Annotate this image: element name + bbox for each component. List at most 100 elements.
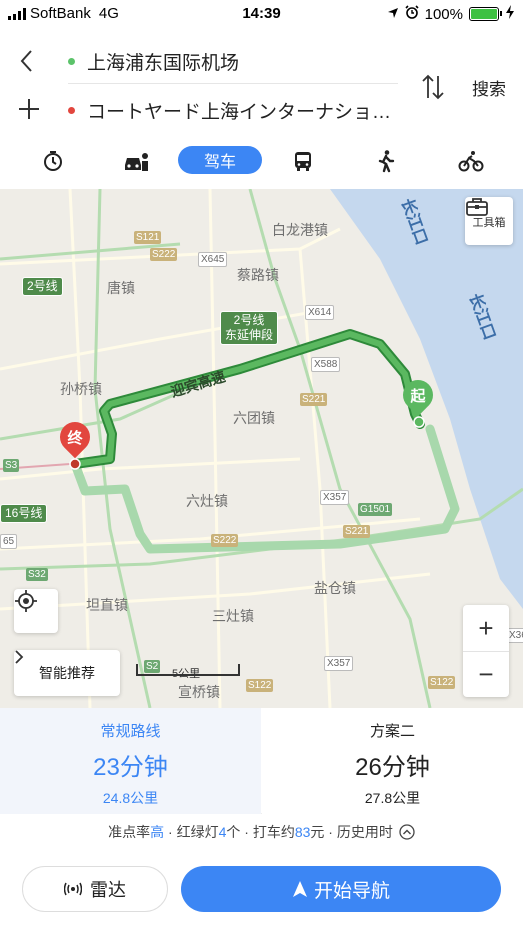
metro-line-name: 2号线 bbox=[233, 313, 265, 327]
zoom-out-button[interactable]: − bbox=[463, 651, 509, 697]
smart-recommend-label: 智能推荐 bbox=[39, 665, 95, 681]
road-sign: X357 bbox=[320, 490, 350, 505]
road-sign: S121 bbox=[134, 231, 162, 244]
swap-icon bbox=[422, 74, 444, 100]
end-location-field[interactable]: コートヤード上海インターナショ… bbox=[68, 88, 398, 132]
road-sign: S122 bbox=[428, 676, 456, 689]
plan-duration: 26分钟 bbox=[355, 754, 430, 781]
taxi-unit: 元 · 历史用时 bbox=[310, 824, 393, 840]
add-waypoint-button[interactable] bbox=[16, 96, 42, 122]
map-scale-label: 5公里 bbox=[172, 668, 201, 680]
place-label: 唐镇 bbox=[107, 280, 135, 296]
plan-card-2[interactable]: 方案二 26分钟 27.8公里 bbox=[262, 708, 523, 814]
accuracy-label: 准点率 bbox=[108, 824, 151, 840]
radar-button[interactable]: 雷达 bbox=[22, 866, 168, 912]
metro-line-label: 16号线 bbox=[0, 504, 48, 523]
tab-drive[interactable]: 驾车 bbox=[178, 146, 262, 174]
start-navigation-button[interactable]: 开始导航 bbox=[181, 866, 501, 912]
plan-distance: 27.8公里 bbox=[364, 790, 421, 806]
start-dot-icon bbox=[68, 58, 75, 65]
end-marker-label: 终 bbox=[67, 430, 83, 447]
charging-icon bbox=[505, 5, 515, 23]
summary-text: 准点率高 · 红绿灯4个 · 打车约83元 · 历史用时 bbox=[108, 822, 393, 842]
place-label: 蔡路镇 bbox=[237, 267, 279, 283]
battery-fill bbox=[471, 9, 497, 19]
place-label: 孙桥镇 bbox=[60, 381, 102, 397]
road-sign: S32 bbox=[26, 568, 48, 581]
road-sign: X357 bbox=[324, 656, 354, 671]
road-sign: X588 bbox=[311, 357, 341, 372]
place-label: 六团镇 bbox=[233, 410, 275, 426]
chevron-up-circle-icon bbox=[399, 824, 415, 840]
taxi-value: 83 bbox=[294, 824, 311, 840]
taxi-icon[interactable] bbox=[121, 146, 151, 176]
place-label: 六灶镇 bbox=[186, 493, 228, 509]
start-marker[interactable]: 起 bbox=[396, 373, 440, 420]
route-summary[interactable]: 准点率高 · 红绿灯4个 · 打车约83元 · 历史用时 bbox=[0, 822, 523, 842]
radar-label: 雷达 bbox=[90, 880, 126, 900]
road-sign: G1501 bbox=[358, 503, 393, 516]
road-sign: S222 bbox=[150, 248, 178, 261]
end-location-text: コートヤード上海インターナショ… bbox=[87, 101, 392, 123]
road-sign: S222 bbox=[211, 534, 239, 547]
road-sign: X645 bbox=[198, 252, 228, 267]
end-marker[interactable]: 终 bbox=[53, 415, 97, 462]
metro-line-label: 2号线 bbox=[22, 277, 63, 296]
smart-recommend-button[interactable]: 智能推荐 bbox=[14, 650, 120, 696]
route-header: 上海浦东国际机场 コートヤード上海インターナショ… 搜索 bbox=[0, 30, 523, 130]
road-sign: 65 bbox=[0, 534, 18, 549]
status-right: 100% bbox=[387, 5, 515, 23]
end-dot-icon bbox=[68, 106, 75, 114]
plan-card-1[interactable]: 常规路线 23分钟 24.8公里 bbox=[0, 708, 261, 814]
place-label: 白龙港镇 bbox=[272, 222, 328, 238]
stopwatch-icon[interactable] bbox=[38, 146, 68, 176]
walk-icon[interactable] bbox=[371, 146, 401, 176]
start-location-field[interactable]: 上海浦东国际机场 bbox=[68, 40, 398, 84]
start-marker-label: 起 bbox=[410, 388, 426, 405]
locate-button[interactable] bbox=[14, 589, 58, 633]
plan-name: 常规路线 bbox=[100, 723, 161, 740]
battery-percent: 100% bbox=[424, 5, 463, 23]
status-bar: SoftBank 4G 14:39 100% bbox=[0, 0, 523, 28]
place-label: 坦直镇 bbox=[86, 597, 128, 613]
bus-icon[interactable] bbox=[288, 146, 318, 176]
start-location-text: 上海浦东国际机场 bbox=[87, 53, 240, 74]
swap-route-button[interactable] bbox=[420, 72, 446, 102]
road-sign: S122 bbox=[246, 679, 274, 692]
locate-icon bbox=[15, 590, 37, 612]
road-sign: X614 bbox=[305, 305, 335, 320]
road-sign: S221 bbox=[300, 393, 328, 406]
place-label: 盐仓镇 bbox=[314, 580, 356, 596]
back-button[interactable] bbox=[14, 48, 40, 74]
plan-duration: 23分钟 bbox=[93, 754, 168, 781]
zoom-controls: + − bbox=[463, 605, 509, 697]
road-sign: S3 bbox=[3, 459, 20, 472]
road-sign: S221 bbox=[343, 525, 371, 538]
transport-mode-tabs: 驾车 bbox=[0, 138, 523, 184]
plan-name: 方案二 bbox=[369, 723, 415, 740]
search-button[interactable]: 搜索 bbox=[472, 75, 506, 100]
toolbox-button[interactable]: 工具箱 bbox=[465, 197, 513, 245]
accuracy-value: 高 bbox=[150, 824, 165, 840]
radar-icon bbox=[64, 882, 82, 896]
lights-label: · 红绿灯 bbox=[168, 824, 219, 840]
chevron-left-icon bbox=[20, 50, 32, 72]
bottom-actions: 雷达 开始导航 bbox=[0, 860, 523, 920]
plan-distance: 24.8公里 bbox=[102, 790, 159, 806]
metro-line-ext: 东延伸段 bbox=[225, 328, 274, 342]
map-view[interactable]: 长江口 长江口 白龙港镇 唐镇 蔡路镇 孙桥镇 六团镇 六灶镇 盐仓镇 坦直镇 … bbox=[0, 189, 523, 708]
start-navigation-label: 开始导航 bbox=[313, 880, 390, 902]
route-plans: 常规路线 23分钟 24.8公里 方案二 26分钟 27.8公里 bbox=[0, 708, 523, 814]
bike-icon[interactable] bbox=[456, 146, 486, 176]
chevron-right-icon bbox=[15, 650, 24, 664]
battery-icon bbox=[469, 7, 502, 21]
zoom-in-button[interactable]: + bbox=[463, 605, 509, 651]
alarm-icon bbox=[405, 5, 419, 23]
place-label: 三灶镇 bbox=[212, 608, 254, 624]
place-label: 宣桥镇 bbox=[178, 684, 220, 700]
location-arrow-icon bbox=[387, 6, 399, 23]
lights-unit: 个 · 打车约 bbox=[226, 824, 295, 840]
plus-icon bbox=[19, 99, 39, 119]
navigation-arrow-icon bbox=[292, 881, 307, 897]
toolbox-icon bbox=[466, 198, 488, 216]
